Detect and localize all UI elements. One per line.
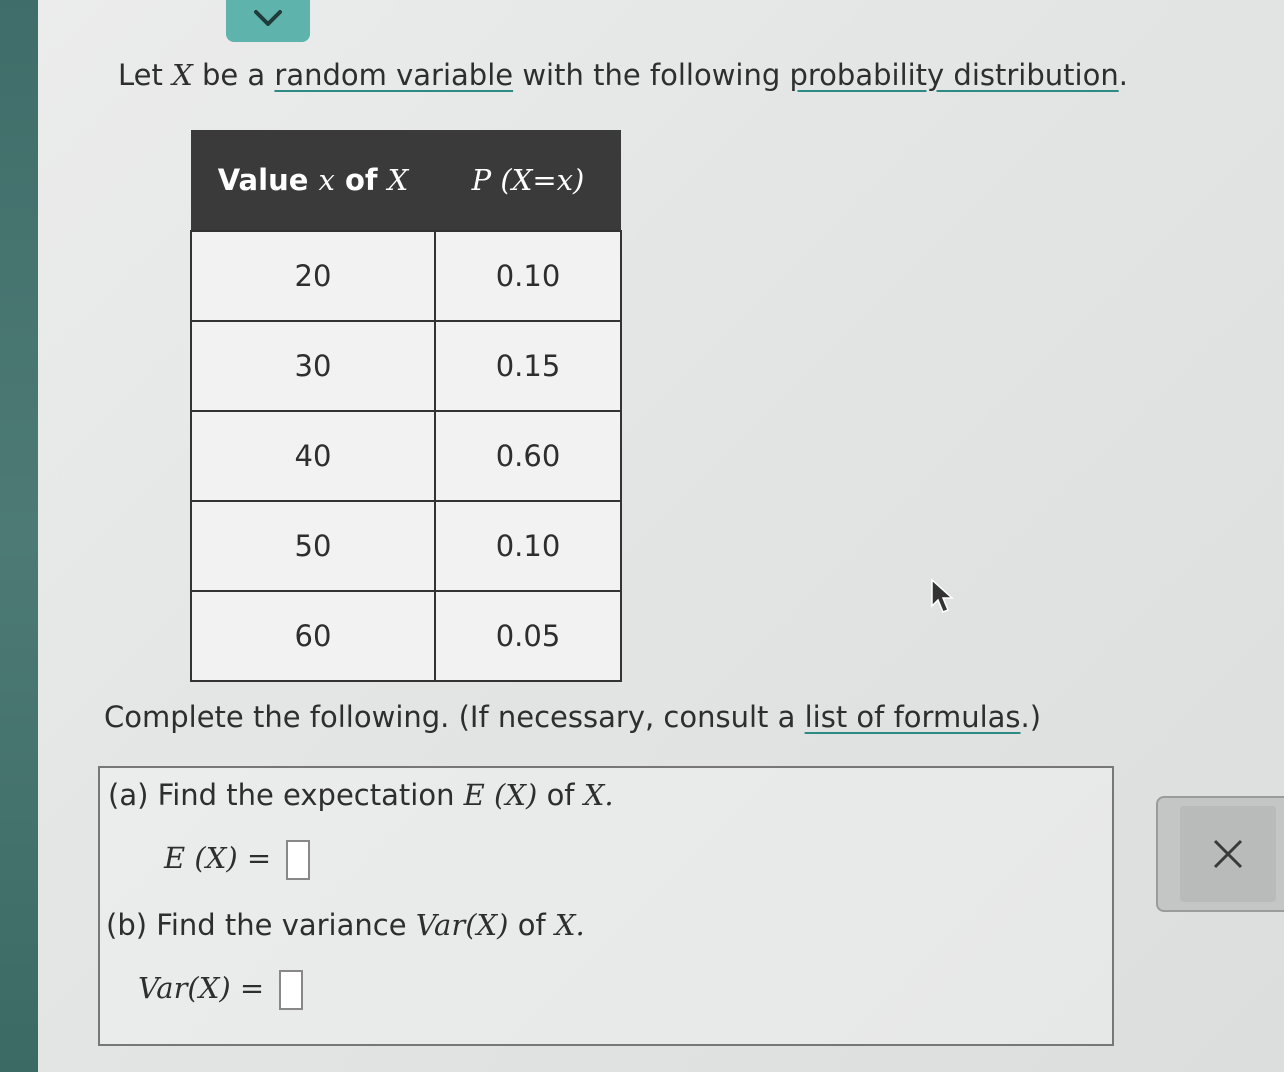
value-cell: 50: [190, 500, 436, 592]
expectation-lhs: E (X) =: [164, 841, 272, 875]
part-a-of: of: [546, 778, 575, 812]
part-a-equation: E (X) =: [164, 840, 311, 880]
intro-text-let: Let: [118, 58, 163, 92]
value-cell: 60: [190, 590, 436, 682]
table-row: 40 0.60: [190, 410, 622, 502]
collapse-tab-button[interactable]: [226, 0, 310, 42]
part-b-expr: Var(X): [415, 908, 509, 942]
table-row: 60 0.05: [190, 590, 622, 682]
distribution-table: Value x of X P (X=x) 20 0.10 30 0.15 40 …: [190, 130, 622, 682]
list-of-formulas-link[interactable]: list of formulas: [805, 700, 1021, 734]
part-a-expr: E (X): [463, 778, 538, 812]
value-cell: 40: [190, 410, 436, 502]
part-a-question: (a) Find the expectation E (X) of X.: [108, 778, 614, 812]
header-X-symbol: X: [387, 163, 409, 197]
probability-cell: 0.10: [434, 230, 622, 322]
probability-distribution-link[interactable]: probability distribution: [789, 58, 1118, 92]
part-b-of: of: [517, 908, 546, 942]
header-probability: P (X=x): [435, 130, 621, 231]
part-b-label: (b) Find the variance: [106, 908, 407, 942]
part-b-question: (b) Find the variance Var(X) of X.: [106, 908, 585, 942]
intro-text-be-a: be a: [201, 58, 266, 92]
part-b-equation: Var(X) =: [138, 970, 304, 1010]
header-probability-label: P (X=x): [471, 163, 585, 197]
variance-lhs: Var(X) =: [138, 971, 265, 1005]
value-cell: 20: [190, 230, 436, 322]
intro-period: .: [1118, 58, 1128, 92]
header-of-label: of: [344, 163, 378, 197]
probability-cell: 0.10: [434, 500, 622, 592]
chevron-down-icon: [254, 10, 282, 26]
table-row: 20 0.10: [190, 230, 622, 322]
value-cell: 30: [190, 320, 436, 412]
instructions-text: Complete the following. (If necessary, c…: [104, 700, 796, 734]
table-row: 50 0.10: [190, 500, 622, 592]
intro-text-with: with the following: [522, 58, 781, 92]
probability-cell: 0.05: [434, 590, 622, 682]
random-variable-link[interactable]: random variable: [274, 58, 513, 92]
instructions: Complete the following. (If necessary, c…: [104, 700, 1041, 734]
probability-cell: 0.15: [434, 320, 622, 412]
close-icon: [1213, 839, 1243, 869]
close-button[interactable]: [1180, 806, 1276, 902]
variance-input[interactable]: [279, 970, 304, 1010]
probability-cell: 0.60: [434, 410, 622, 502]
header-value-label: Value: [217, 163, 309, 197]
part-a-var: X.: [583, 778, 614, 812]
intro-variable: X: [172, 58, 193, 92]
part-a-label: (a) Find the expectation: [108, 778, 455, 812]
left-edge-panel: [0, 0, 38, 1072]
part-b-var: X.: [554, 908, 585, 942]
problem-intro: Let X be a random variable with the foll…: [118, 58, 1128, 92]
instructions-end: .): [1020, 700, 1042, 734]
header-value-x: Value x of X: [191, 130, 435, 231]
table-row: 30 0.15: [190, 320, 622, 412]
answer-box: (a) Find the expectation E (X) of X. E (…: [98, 766, 1114, 1046]
side-action-panel: [1156, 796, 1284, 912]
expectation-input[interactable]: [286, 840, 311, 880]
mouse-pointer-icon: [931, 578, 954, 613]
header-x-symbol: x: [318, 163, 335, 197]
